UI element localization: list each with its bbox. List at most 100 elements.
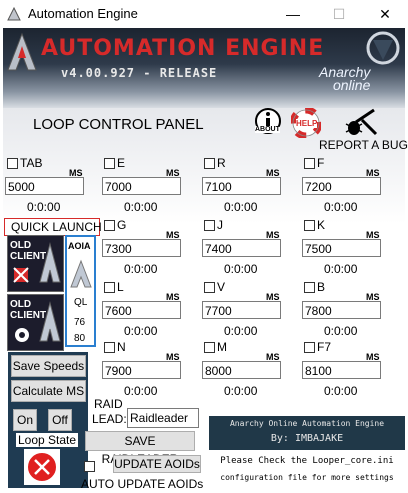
minimize-button[interactable]: — (270, 0, 316, 28)
help-button[interactable]: HELP (289, 106, 323, 140)
key-g-label: G (117, 218, 127, 232)
key-tab-checkbox[interactable] (7, 158, 18, 169)
info-line-2: By: IMBAJAKE (270, 433, 344, 444)
ae-logo-icon (7, 32, 37, 71)
key-j-ms-input[interactable]: 7400 (202, 239, 281, 257)
auto-update-aoids-label: AUTO UPDATE AOIDs (81, 477, 204, 491)
key-n-ms-input[interactable]: 7900 (102, 361, 181, 379)
key-b-timer: 0:0:00 (324, 324, 358, 338)
lead-label: LEAD: (92, 412, 127, 426)
save-raidleader-button[interactable]: SAVE RAIDLEADER (85, 431, 195, 466)
help-label: HELP (296, 119, 318, 128)
key-j-timer: 0:0:00 (224, 262, 258, 276)
loop-on-button[interactable]: On (13, 409, 37, 431)
key-v-label: V (217, 280, 226, 294)
key-f7-label: F7 (317, 340, 332, 354)
key-v-timer: 0:0:00 (224, 324, 258, 338)
key-tab-timer: 0:0:00 (27, 200, 61, 214)
key-l-label: L (117, 280, 124, 294)
loop-off-button[interactable]: Off (48, 409, 72, 431)
key-m-checkbox[interactable] (204, 342, 215, 353)
old-client-launch-1[interactable]: OLD CLIENT (7, 235, 64, 292)
key-b-checkbox[interactable] (304, 282, 315, 293)
key-f-checkbox[interactable] (304, 158, 315, 169)
key-l-timer: 0:0:00 (124, 324, 158, 338)
key-v-ms-input[interactable]: 7700 (202, 301, 281, 319)
bug-wrench-icon (345, 108, 378, 136)
window-title: Automation Engine (28, 6, 138, 21)
loop-state-label: Loop State (16, 433, 79, 447)
title-bar: Automation Engine — ☐ ✕ (0, 0, 408, 28)
version-label: v4.00.927 - RELEASE (61, 66, 218, 80)
info-line-3: Please Check the Looper_core.ini (220, 456, 394, 466)
info-icon (255, 108, 281, 134)
raid-label: RAID (94, 397, 123, 411)
key-f-ms-input[interactable]: 7200 (302, 177, 381, 195)
key-m-ms-input[interactable]: 8000 (202, 361, 281, 379)
key-j-checkbox[interactable] (204, 220, 215, 231)
key-k-timer: 0:0:00 (324, 262, 358, 276)
key-f7-ms-input[interactable]: 8100 (302, 361, 381, 379)
info-box: Anarchy Online Automation Engine By: IMB… (209, 416, 405, 491)
key-m-timer: 0:0:00 (224, 384, 258, 398)
close-button[interactable]: ✕ (362, 0, 408, 28)
old-client-launch-2[interactable]: OLD CLIENT (7, 294, 64, 351)
aoia-label: AOIA (68, 241, 91, 251)
calculate-ms-button[interactable]: Calculate MS (11, 380, 86, 402)
banner-title: AUTOMATION ENGINE (41, 36, 325, 61)
loop-state-indicator (24, 449, 60, 485)
update-aoids-button[interactable]: UPDATE AOIDs (113, 455, 201, 473)
key-f7-timer: 0:0:00 (324, 384, 358, 398)
key-m-label: M (217, 340, 227, 354)
key-g-ms-input[interactable]: 7300 (102, 239, 181, 257)
aoia-launch[interactable]: AOIA QL 76 80 (65, 235, 96, 347)
key-e-label: E (117, 156, 126, 170)
banner: AUTOMATION ENGINE v4.00.927 - RELEASE An… (3, 28, 405, 108)
maximize-button[interactable]: ☐ (316, 0, 362, 28)
key-r-label: R (217, 156, 226, 170)
key-e-timer: 0:0:00 (124, 200, 158, 214)
key-g-checkbox[interactable] (104, 220, 115, 231)
key-g-timer: 0:0:00 (124, 262, 158, 276)
ql-value-2: 80 (74, 333, 86, 344)
auto-update-aoids-checkbox[interactable] (84, 461, 95, 472)
key-r-timer: 0:0:00 (224, 200, 258, 214)
ao-emblem-icon (366, 31, 400, 65)
stop-icon (26, 451, 58, 483)
key-l-ms-input[interactable]: 7600 (102, 301, 181, 319)
key-r-ms-input[interactable]: 7100 (202, 177, 281, 195)
aoia-icon (70, 259, 92, 288)
key-k-ms-input[interactable]: 7500 (302, 239, 381, 257)
key-e-checkbox[interactable] (104, 158, 115, 169)
key-n-timer: 0:0:00 (124, 384, 158, 398)
bug-button[interactable] (344, 108, 378, 138)
key-tab-ms-input[interactable]: 5000 (5, 177, 84, 195)
info-line-4: configuration file for more settings (220, 473, 394, 482)
key-f-label: F (317, 156, 325, 170)
key-e-ms-input[interactable]: 7000 (102, 177, 181, 195)
about-button[interactable]: ABOUT (251, 108, 285, 138)
key-f-timer: 0:0:00 (324, 200, 358, 214)
quick-launch-header: QUICK LAUNCH (4, 218, 102, 236)
app-icon (7, 7, 21, 21)
panel-title: LOOP CONTROL PANEL (33, 116, 204, 133)
key-n-checkbox[interactable] (104, 342, 115, 353)
key-tab-label: TAB (20, 156, 43, 170)
ql-value-1: 76 (74, 317, 86, 328)
key-k-checkbox[interactable] (304, 220, 315, 231)
ql-label: QL (74, 297, 88, 308)
steam-client-icon (15, 301, 61, 342)
key-b-ms-input[interactable]: 7800 (302, 301, 381, 319)
key-b-label: B (317, 280, 326, 294)
key-l-checkbox[interactable] (104, 282, 115, 293)
key-r-checkbox[interactable] (204, 158, 215, 169)
about-label: ABOUT (255, 126, 280, 133)
raid-leader-input[interactable]: Raidleader (127, 408, 199, 428)
anarchy-online-logo: Anarchy online (319, 65, 370, 92)
key-v-checkbox[interactable] (204, 282, 215, 293)
info-line-1: Anarchy Online Automation Engine (229, 419, 385, 428)
old-client-icon (13, 242, 61, 283)
save-speeds-button[interactable]: Save Speeds (11, 355, 86, 377)
key-f7-checkbox[interactable] (304, 342, 315, 353)
report-bug-label[interactable]: REPORT A BUG (319, 138, 408, 152)
